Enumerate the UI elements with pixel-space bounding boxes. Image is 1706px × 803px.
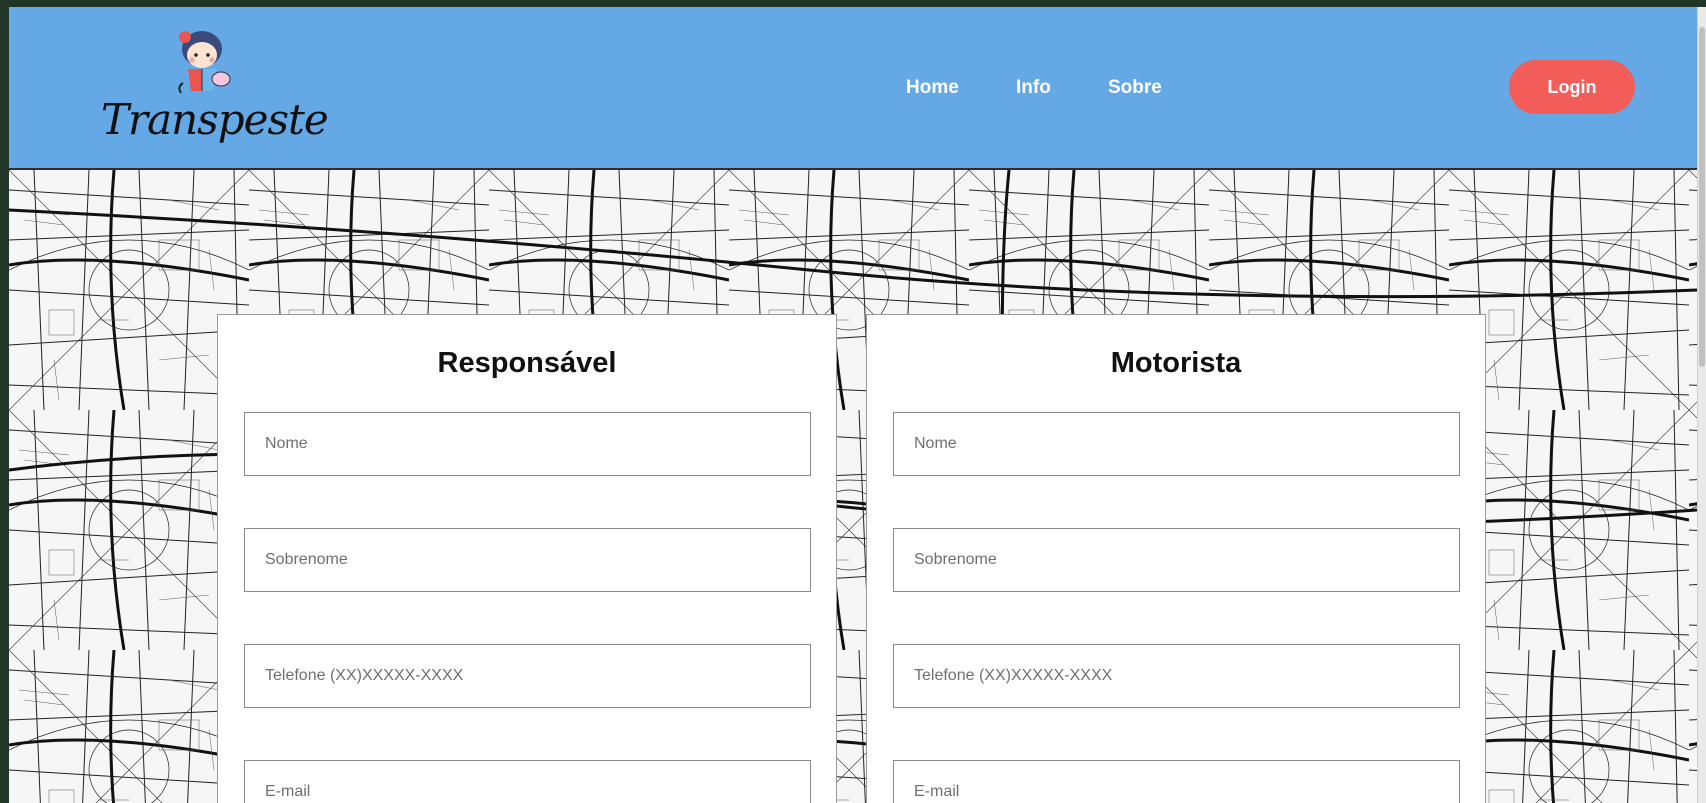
- nav-home-link[interactable]: Home: [906, 77, 976, 99]
- nav-sobre-link[interactable]: Sobre: [1108, 77, 1178, 99]
- login-button[interactable]: Login: [1509, 60, 1635, 114]
- motorista-form-card: Motorista: [866, 314, 1486, 803]
- scrollbar-thumb[interactable]: [1699, 27, 1705, 367]
- motorista-nome-input[interactable]: [893, 412, 1460, 476]
- motorista-sobrenome-input[interactable]: [893, 528, 1460, 592]
- responsavel-email-input[interactable]: [244, 760, 811, 803]
- motorista-title: Motorista: [1110, 347, 1242, 379]
- vertical-scrollbar[interactable]: [1697, 7, 1706, 803]
- responsavel-sobrenome-input[interactable]: [244, 528, 811, 592]
- responsavel-title: Responsável: [437, 347, 617, 379]
- motorista-email-input[interactable]: [893, 760, 1460, 803]
- responsavel-nome-input[interactable]: [244, 412, 811, 476]
- site-header: Transpeste Home Info Sobre Login: [9, 7, 1697, 170]
- responsavel-telefone-input[interactable]: [244, 644, 811, 708]
- motorista-telefone-input[interactable]: [893, 644, 1460, 708]
- brand-name: Transpeste: [101, 95, 329, 144]
- nav-info-link[interactable]: Info: [1016, 77, 1066, 99]
- responsavel-form-card: Responsável: [217, 314, 837, 803]
- brand-logo[interactable]: Transpeste: [101, 23, 329, 153]
- page: Transpeste Home Info Sobre Login Respons…: [9, 7, 1697, 803]
- mascot-icon: [178, 31, 231, 94]
- window-frame-left: [0, 0, 9, 803]
